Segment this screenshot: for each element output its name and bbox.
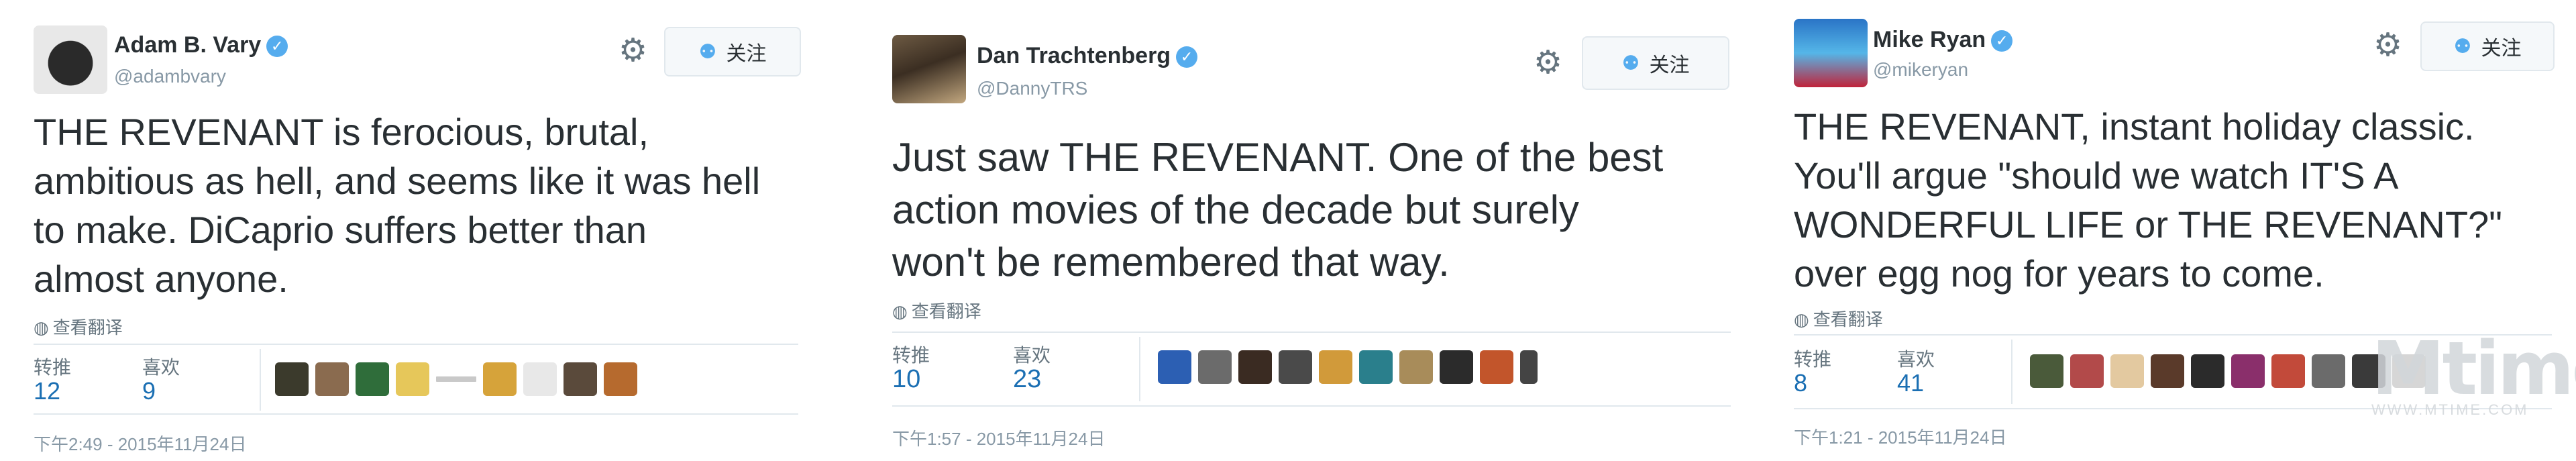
like-count[interactable]: 9 [142,377,156,405]
globe-icon: ◍ [892,301,908,321]
add-user-icon: ⚉ [1621,52,1640,74]
divider [34,413,798,415]
liker-avatars [275,362,637,396]
follow-button[interactable]: ⚉ 关注 [1582,36,1729,90]
globe-icon: ◍ [34,317,49,338]
follow-button[interactable]: ⚉ 关注 [664,27,801,76]
tweet-text: Just saw THE REVENANT. One of the best ac… [892,135,1664,285]
timestamp[interactable]: 下午1:57 - 2015年11月24日 [892,425,1105,450]
liker-avatar[interactable] [1480,350,1513,384]
liker-avatar[interactable] [2110,354,2144,388]
liker-avatar[interactable] [275,362,309,396]
liker-avatar[interactable] [1359,350,1393,384]
add-user-icon: ⚉ [698,40,717,63]
liker-avatar[interactable] [2191,354,2224,388]
liker-avatars [1158,350,1538,384]
like-count[interactable]: 41 [1897,369,1924,397]
liker-avatar[interactable] [1520,350,1538,384]
divider [1139,337,1140,401]
liker-avatar[interactable] [1440,350,1473,384]
liker-avatar[interactable] [2231,354,2265,388]
liker-avatar[interactable] [1238,350,1272,384]
translate-link[interactable]: ◍ 查看翻译 [1794,306,1883,331]
retweet-count[interactable]: 8 [1794,369,1807,397]
retweet-label: 转推 [34,357,72,378]
liker-avatar[interactable] [2070,354,2104,388]
retweet-label: 转推 [892,345,930,366]
author-name[interactable]: Dan Trachtenberg ✓ [977,43,1198,69]
gear-icon[interactable]: ⚙ [2373,30,2402,62]
divider [892,405,1731,407]
liker-avatar[interactable] [483,362,517,396]
liker-avatar[interactable] [2312,354,2345,388]
retweet-count[interactable]: 12 [34,377,60,405]
author-handle[interactable]: @mikeryan [1873,59,1968,81]
like-label: 喜欢 [1013,345,1051,366]
liker-avatar[interactable] [2151,354,2184,388]
liker-avatar[interactable] [2271,354,2305,388]
retweet-label: 转推 [1794,349,1832,370]
timestamp[interactable]: 下午1:21 - 2015年11月24日 [1794,424,2006,449]
liker-avatar[interactable] [1399,350,1433,384]
divider [892,331,1731,333]
translate-link[interactable]: ◍ 查看翻译 [34,314,123,339]
verified-icon: ✓ [1176,46,1198,68]
like-label: 喜欢 [1897,349,1935,370]
divider [260,349,261,411]
liker-avatar[interactable] [523,362,557,396]
liker-avatar[interactable] [2030,354,2063,388]
liker-avatar[interactable] [396,362,429,396]
divider [34,344,798,345]
tweet-card-dannytrs: Dan Trachtenberg ✓ @DannyTRS ⚙ ⚉ 关注 Just s… [884,0,1744,461]
liker-avatar[interactable] [1319,350,1352,384]
liker-avatar[interactable] [604,362,637,396]
liker-avatar[interactable] [1198,350,1232,384]
add-user-icon: ⚉ [2453,35,2472,58]
tweet-card-adambvary: Adam B. Vary ✓ @adambvary ⚙ ⚉ 关注 THE REVEN… [28,0,806,461]
verified-icon: ✓ [266,36,288,58]
verified-icon: ✓ [1991,30,2013,52]
timestamp[interactable]: 下午2:49 - 2015年11月24日 [34,431,246,456]
tweet-text: THE REVENANT, instant holiday classic. Yo… [1794,105,2503,295]
translate-link[interactable]: ◍ 查看翻译 [892,298,981,323]
avatar[interactable] [34,25,107,94]
liker-avatar[interactable] [1158,350,1191,384]
author-name[interactable]: Mike Ryan ✓ [1873,27,2013,53]
avatar[interactable] [892,35,966,103]
author-handle[interactable]: @adambvary [114,66,226,87]
avatar[interactable] [1794,19,1868,87]
author-name[interactable]: Adam B. Vary ✓ [114,32,288,58]
author-handle[interactable]: @DannyTRS [977,78,1087,99]
like-count[interactable]: 23 [1013,365,1041,394]
liker-avatar[interactable] [356,362,389,396]
mtime-watermark: Mtime WWW.MTIME.COM [2371,325,2576,419]
liker-avatar[interactable] [436,376,476,382]
retweet-count[interactable]: 10 [892,365,920,394]
liker-avatar[interactable] [564,362,597,396]
gear-icon[interactable]: ⚙ [619,35,647,67]
liker-avatar[interactable] [1279,350,1312,384]
globe-icon: ◍ [1794,309,1809,329]
follow-button[interactable]: ⚉ 关注 [2420,21,2555,71]
liker-avatars [2030,354,2426,388]
divider [2011,340,2012,404]
watermark-logo: Mtime [2371,325,2576,411]
like-label: 喜欢 [142,357,180,378]
tweet-text: THE REVENANT is ferocious, brutal, ambiti… [34,111,761,300]
gear-icon[interactable]: ⚙ [1534,47,1562,79]
liker-avatar[interactable] [315,362,349,396]
